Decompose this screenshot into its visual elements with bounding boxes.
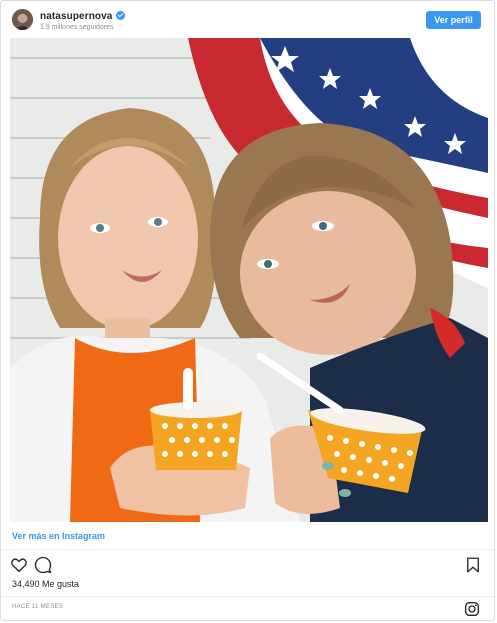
comment-bubble-icon[interactable] [34,556,52,574]
divider [1,549,494,550]
follower-count: 1.9 millones seguidores [40,24,114,31]
post-photo[interactable] [10,38,488,522]
bookmark-icon[interactable] [464,556,482,574]
instagram-embed-card: natasupernova 1.9 millones seguidores Ve… [0,0,495,621]
like-count: 34,490 Me gusta [12,579,80,589]
username-row: natasupernova [40,11,126,22]
heart-icon[interactable] [10,556,28,574]
post-header: natasupernova 1.9 millones seguidores Ve… [1,1,494,39]
verified-badge-icon [116,11,126,20]
divider [1,596,494,597]
view-profile-button[interactable]: Ver perfil [426,11,481,29]
username-link[interactable]: natasupernova [40,11,112,22]
view-more-on-instagram-link[interactable]: Ver más en Instagram [12,531,105,541]
action-bar [1,554,494,576]
post-timestamp: HACE 11 MESES [12,604,64,610]
instagram-icon[interactable] [464,601,480,617]
avatar[interactable] [12,9,33,30]
